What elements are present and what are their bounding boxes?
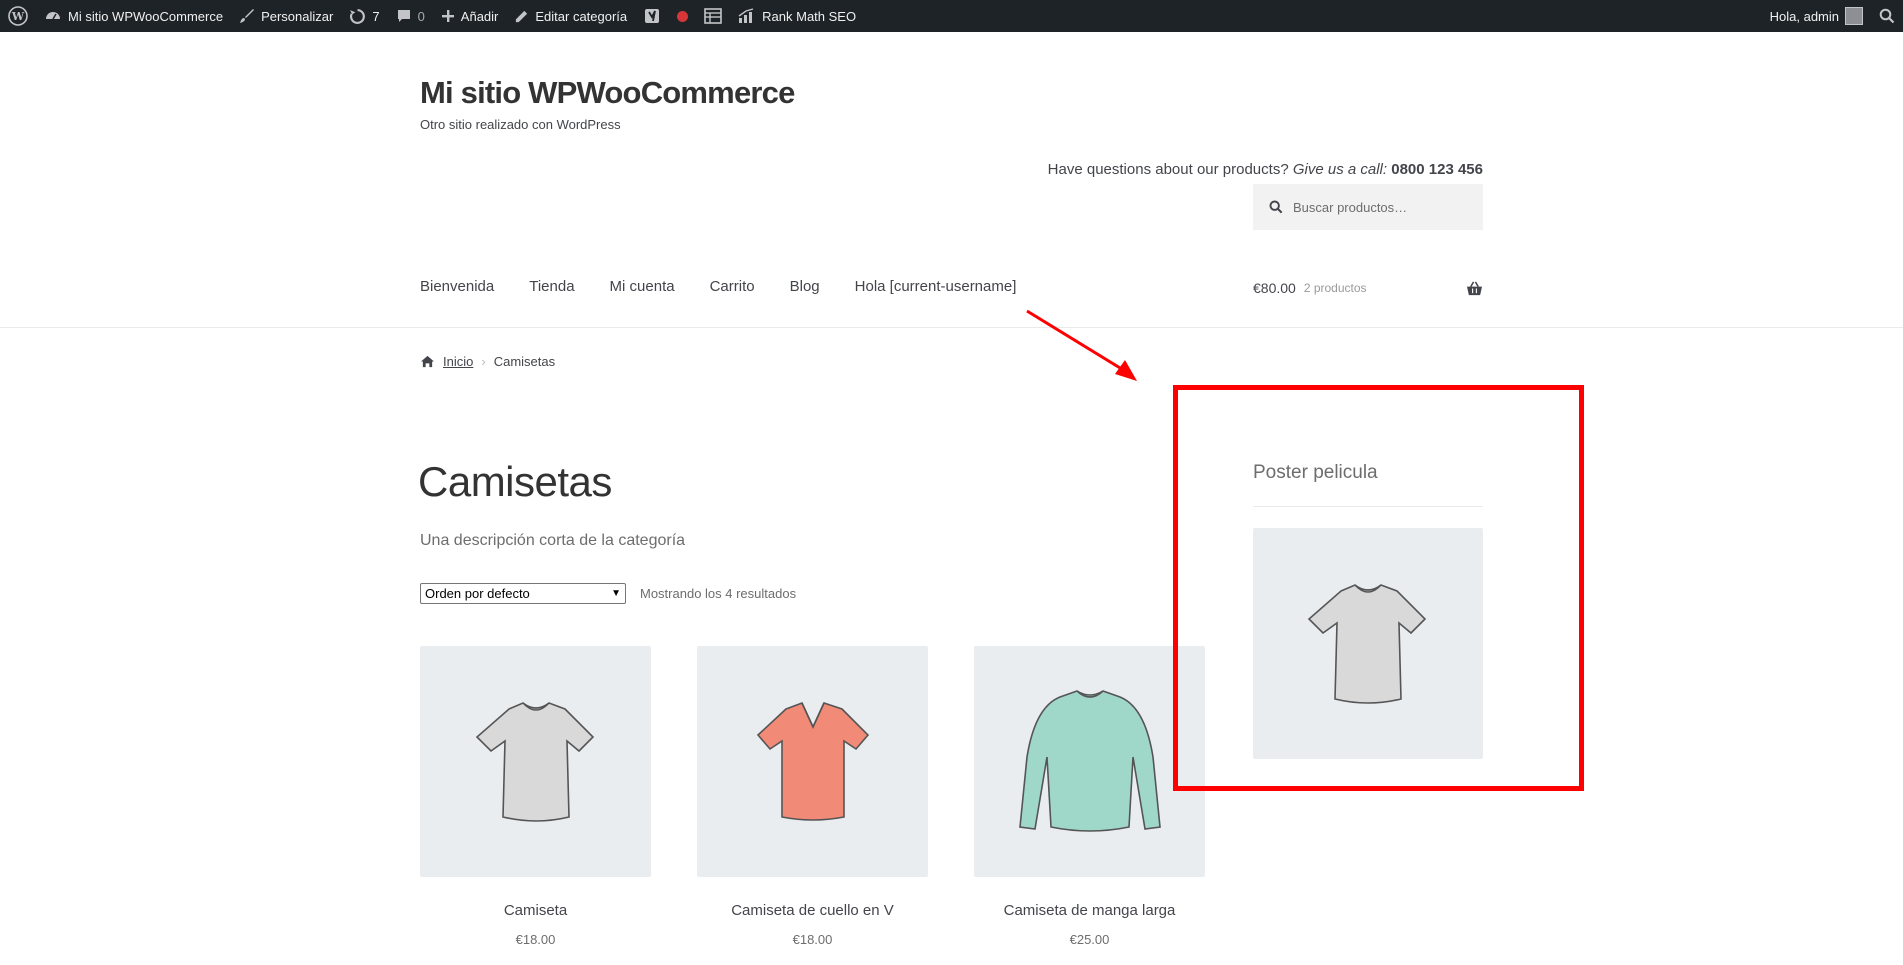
status-dot-icon bbox=[677, 10, 689, 22]
contact-italic: Give us a call: bbox=[1292, 161, 1388, 178]
home-icon bbox=[421, 355, 434, 368]
avatar bbox=[1845, 7, 1863, 25]
annotation-arrow bbox=[1026, 309, 1137, 381]
orderby-select[interactable]: Orden por defecto ▼ bbox=[420, 583, 626, 604]
seo-status-dot bbox=[669, 0, 696, 32]
product-card[interactable]: Camiseta €18.00 bbox=[420, 646, 651, 947]
product-card[interactable]: Camiseta de manga larga €25.00 bbox=[974, 646, 1205, 947]
contact-prefix: Have questions about our products? bbox=[1047, 161, 1289, 178]
product-search-input[interactable]: Buscar productos… bbox=[1253, 184, 1483, 230]
yoast-button[interactable] bbox=[635, 0, 669, 32]
rank-math-icon bbox=[738, 8, 754, 23]
category-description: Una descripción corta de la categoría bbox=[420, 532, 686, 549]
product-price: €18.00 bbox=[792, 932, 833, 947]
site-title[interactable]: Mi sitio WPWooCommerce bbox=[420, 75, 795, 111]
table-icon bbox=[704, 8, 722, 24]
comments-count: 0 bbox=[417, 8, 425, 24]
wordpress-icon: W bbox=[8, 6, 28, 26]
contact-phone: 0800 123 456 bbox=[1391, 161, 1483, 178]
longsleeve-tshirt-body bbox=[1018, 689, 1161, 832]
product-image[interactable] bbox=[697, 646, 928, 877]
rank-math-button[interactable]: Rank Math SEO bbox=[730, 0, 864, 32]
dashboard-icon bbox=[46, 12, 60, 20]
comment-icon bbox=[397, 10, 410, 22]
search-placeholder: Buscar productos… bbox=[1293, 199, 1408, 215]
page-title: Camisetas bbox=[418, 458, 612, 505]
admin-site-name[interactable]: Mi sitio WPWooCommerce bbox=[36, 0, 231, 32]
yoast-icon bbox=[645, 9, 660, 23]
nav-item-hola[interactable]: Hola [current-username] bbox=[855, 278, 1017, 295]
admin-site-name-label: Mi sitio WPWooCommerce bbox=[68, 8, 224, 24]
plus-icon bbox=[441, 10, 454, 22]
add-new-label: Añadir bbox=[460, 8, 499, 24]
cart-total: €80.00 bbox=[1253, 280, 1296, 296]
greeting-label: Hola, admin bbox=[1769, 8, 1839, 24]
product-name[interactable]: Camiseta bbox=[420, 902, 651, 919]
nav-item-blog[interactable]: Blog bbox=[790, 278, 820, 295]
product-name[interactable]: Camiseta de manga larga bbox=[974, 902, 1205, 919]
search-icon bbox=[1269, 200, 1283, 214]
updates-count: 7 bbox=[372, 8, 380, 24]
contact-info: Have questions about our products? Give … bbox=[1048, 161, 1483, 178]
nav-item-tienda[interactable]: Tienda bbox=[529, 278, 574, 295]
primary-navigation: Bienvenida Tienda Mi cuenta Carrito Blog… bbox=[420, 278, 1051, 295]
pencil-icon bbox=[516, 10, 528, 22]
comments-button[interactable]: 0 bbox=[388, 0, 433, 32]
nav-item-mi-cuenta[interactable]: Mi cuenta bbox=[610, 278, 675, 295]
annotation-highlight-box bbox=[1173, 385, 1584, 791]
orderby-value: Orden por defecto bbox=[425, 586, 530, 601]
my-account-button[interactable]: Hola, admin bbox=[1762, 0, 1871, 32]
brush-icon bbox=[240, 9, 255, 23]
product-price: €18.00 bbox=[515, 932, 556, 947]
product-name[interactable]: Camiseta de cuello en V bbox=[697, 902, 928, 919]
nav-item-bienvenida[interactable]: Bienvenida bbox=[420, 278, 494, 295]
breadcrumb-current: Camisetas bbox=[493, 354, 556, 369]
product-card[interactable]: Camiseta de cuello en V €18.00 bbox=[697, 646, 928, 947]
result-count: Mostrando los 4 resultados bbox=[640, 586, 797, 601]
vneck-tshirt-body bbox=[756, 701, 869, 821]
tshirt-icon bbox=[475, 701, 594, 822]
refresh-icon bbox=[350, 8, 366, 24]
header-cart[interactable]: €80.00 2 productos bbox=[1253, 280, 1483, 296]
search-icon bbox=[1879, 8, 1895, 24]
nav-item-carrito[interactable]: Carrito bbox=[710, 278, 755, 295]
breadcrumb-home-link[interactable]: Inicio bbox=[443, 354, 473, 369]
site-tagline: Otro sitio realizado con WordPress bbox=[420, 117, 621, 132]
customize-button[interactable]: Personalizar bbox=[231, 0, 341, 32]
chevron-down-icon: ▼ bbox=[611, 588, 621, 599]
updates-button[interactable]: 7 bbox=[341, 0, 387, 32]
breadcrumb: Inicio › Camisetas bbox=[420, 354, 555, 369]
customize-label: Personalizar bbox=[261, 8, 334, 24]
product-image[interactable] bbox=[974, 646, 1205, 877]
tshirt-body bbox=[475, 701, 594, 822]
cart-count: 2 productos bbox=[1303, 281, 1367, 295]
svg-text:W: W bbox=[11, 10, 25, 23]
edit-category-label: Editar categoría bbox=[535, 8, 628, 24]
basket-icon bbox=[1467, 281, 1482, 295]
longsleeve-tshirt-icon bbox=[1018, 689, 1161, 832]
stats-button[interactable] bbox=[696, 0, 730, 32]
header-divider bbox=[0, 327, 1903, 328]
product-image[interactable] bbox=[420, 646, 651, 877]
breadcrumb-separator: › bbox=[481, 354, 486, 369]
vneck-tshirt-icon bbox=[756, 701, 869, 821]
add-new-button[interactable]: Añadir bbox=[433, 0, 507, 32]
product-price: €25.00 bbox=[1069, 932, 1110, 947]
admin-search-button[interactable] bbox=[1871, 0, 1903, 32]
admin-bar: W Mi sitio WPWooCommerce Personalizar 7 … bbox=[0, 0, 1903, 32]
rank-math-label: Rank Math SEO bbox=[762, 8, 857, 24]
edit-category-button[interactable]: Editar categoría bbox=[506, 0, 635, 32]
wordpress-logo-button[interactable]: W bbox=[0, 0, 36, 32]
